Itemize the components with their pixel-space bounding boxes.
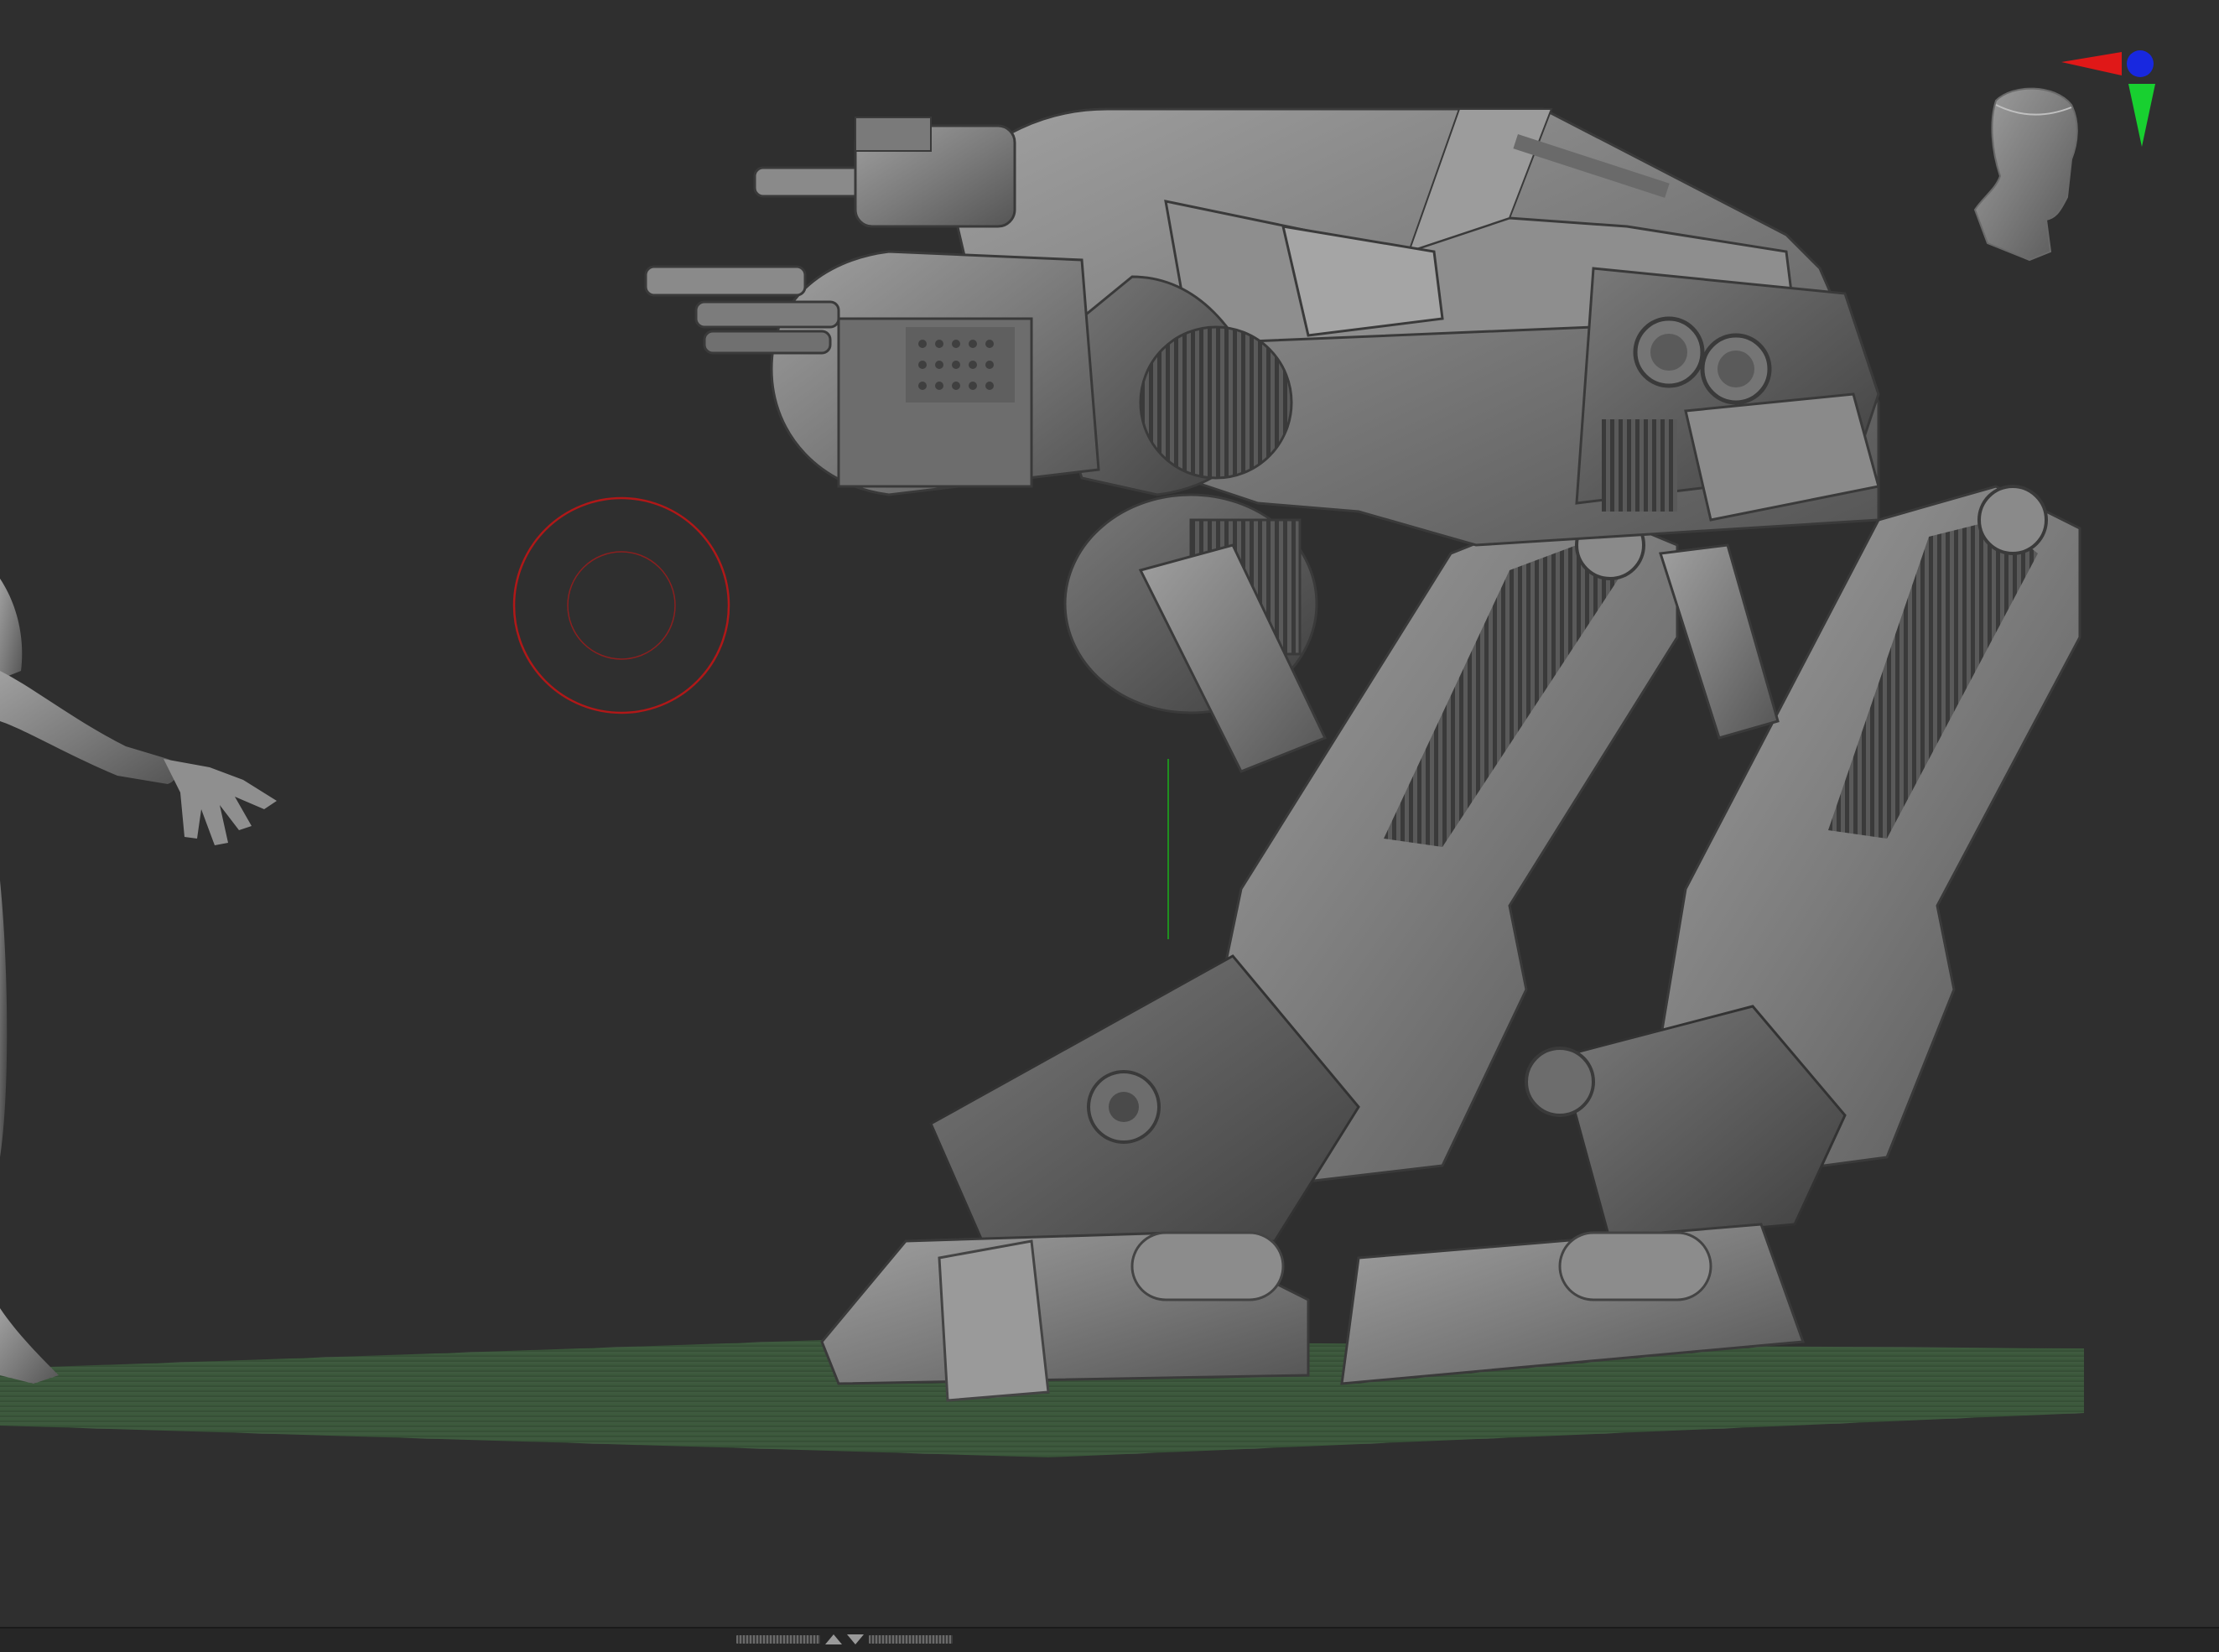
head-gizmo-icon[interactable]	[1973, 87, 2078, 262]
grip-left[interactable]	[736, 1635, 820, 1644]
x-axis-arrow[interactable]	[2061, 52, 2122, 75]
mech-robot-model[interactable]	[644, 107, 2081, 1402]
shelf-toggle-handle[interactable]	[736, 1634, 953, 1645]
brush-cursor-icon	[512, 496, 730, 714]
bottom-shelf-bar	[0, 1627, 2219, 1652]
human-figure-model[interactable]	[0, 579, 277, 1384]
chevron-down-icon[interactable]	[847, 1634, 864, 1644]
3d-viewport[interactable]	[0, 0, 2219, 1627]
navigation-gyro[interactable]	[1973, 50, 2155, 262]
y-axis-arrow[interactable]	[2128, 84, 2155, 147]
grip-right[interactable]	[869, 1635, 953, 1644]
viewport-canvas[interactable]	[0, 0, 2219, 1627]
chevron-up-icon[interactable]	[825, 1634, 842, 1644]
z-axis-dot[interactable]	[2127, 50, 2154, 77]
